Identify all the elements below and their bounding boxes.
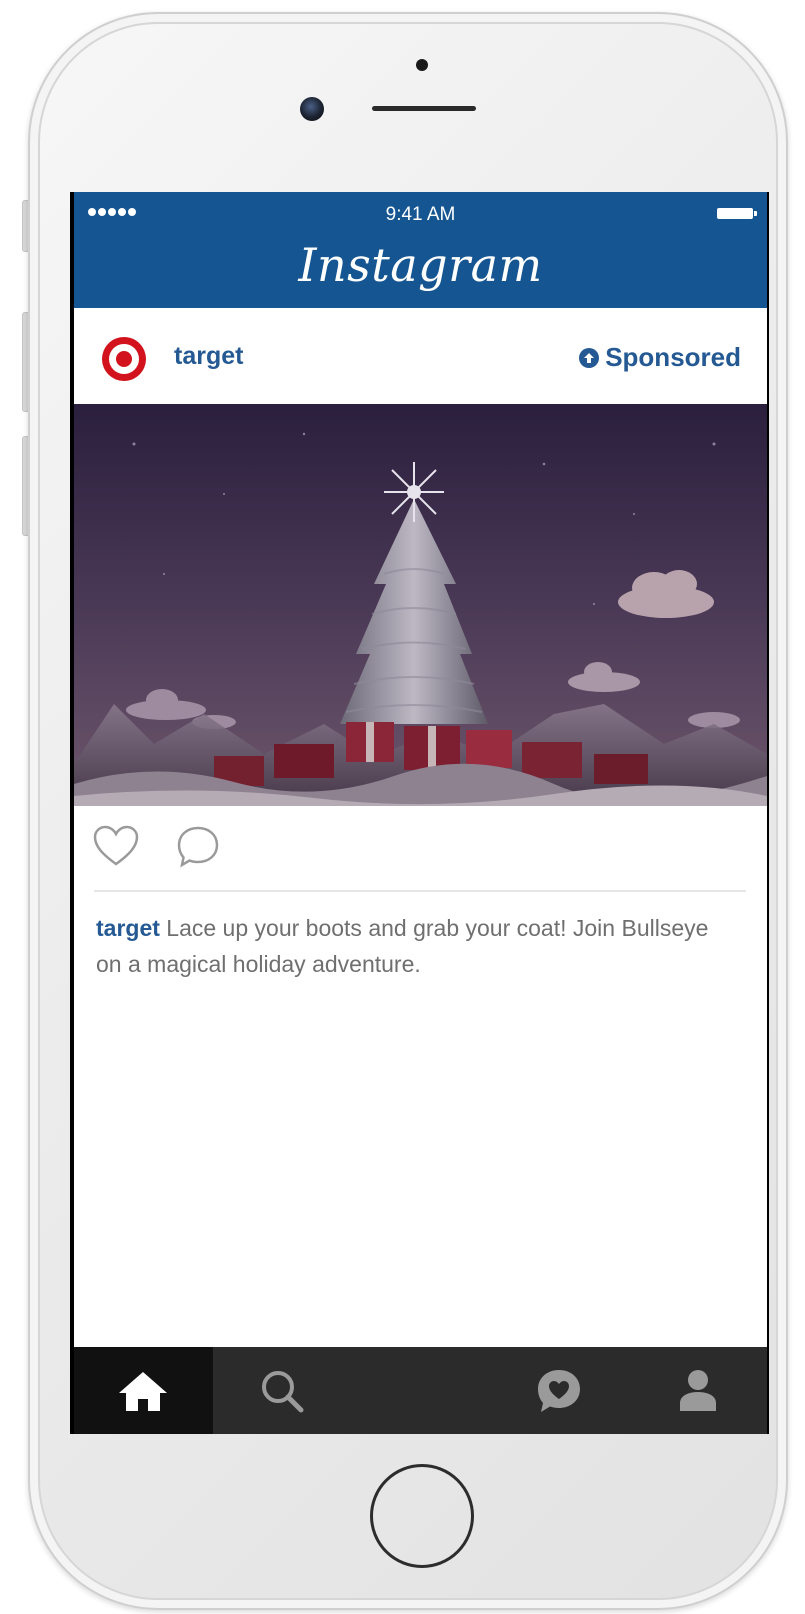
tab-profile[interactable]	[628, 1347, 767, 1434]
status-bar: 9:41 AM	[74, 192, 767, 234]
holiday-tree-scene-image	[74, 404, 767, 806]
app-logo: Instagram	[298, 238, 543, 292]
phone-screen: 9:41 AM Instagram target Sponsored targe…	[70, 192, 769, 1434]
home-button[interactable]	[370, 1464, 474, 1568]
divider	[94, 890, 746, 892]
post-caption: target Lace up your boots and grab your …	[96, 910, 736, 982]
caption-username[interactable]: target	[96, 915, 160, 941]
sponsored-badge[interactable]: Sponsored	[579, 342, 741, 373]
post-actions	[74, 806, 767, 886]
sponsored-label: Sponsored	[605, 342, 741, 372]
bottom-tab-bar	[74, 1347, 767, 1434]
post-image[interactable]	[74, 404, 767, 806]
tab-activity[interactable]	[490, 1347, 629, 1434]
activity-icon	[538, 1369, 581, 1412]
screen-content: 9:41 AM Instagram target Sponsored targe…	[74, 192, 767, 1434]
tab-search[interactable]	[213, 1347, 352, 1434]
post-header: target Sponsored	[74, 308, 767, 404]
like-heart-icon[interactable]	[92, 824, 140, 873]
comment-bubble-icon[interactable]	[174, 824, 222, 875]
profile-icon	[679, 1369, 716, 1411]
avatar[interactable]	[102, 337, 146, 381]
caption-text: Lace up your boots and grab your coat! J…	[96, 915, 709, 977]
home-icon	[119, 1371, 168, 1411]
app-header: Instagram	[74, 234, 767, 309]
status-time: 9:41 AM	[385, 204, 456, 225]
search-icon	[261, 1370, 304, 1412]
proximity-sensor	[416, 59, 428, 71]
page: 9:41 AM Instagram target Sponsored targe…	[0, 0, 805, 1614]
post-username[interactable]: target	[174, 342, 243, 371]
sponsored-arrow-icon	[579, 347, 600, 368]
battery-icon	[717, 208, 757, 219]
tab-home[interactable]	[74, 1347, 213, 1434]
earpiece-speaker	[372, 106, 476, 111]
front-camera	[300, 97, 324, 121]
